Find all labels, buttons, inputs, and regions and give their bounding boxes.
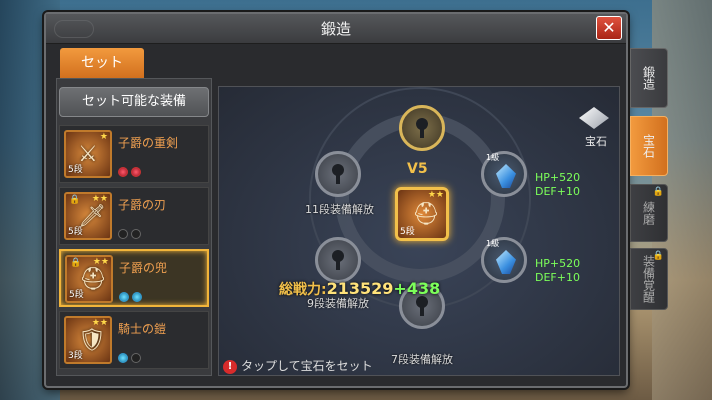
total-power: 総戦力:213529+438 <box>279 279 441 298</box>
gem-blue-icon <box>132 292 142 302</box>
vip-level-label: V5 <box>407 161 428 177</box>
equipment-item-selected[interactable]: 🔒 ⛑ ★★ 5段 子爵の兜 <box>59 249 209 307</box>
title-bar: 鍛造 ✕ <box>46 14 626 44</box>
equipment-item[interactable]: 🛡 ★★ 3段 騎士の鎧 <box>59 311 209 369</box>
gem-red-icon <box>118 167 128 177</box>
center-equipment-helmet-icon: ⛑ ★★ 5段 <box>395 187 449 241</box>
gem-slots <box>119 287 145 306</box>
locked-slot-9[interactable] <box>315 237 361 283</box>
tab-set[interactable]: セット <box>60 48 144 78</box>
gem-slot[interactable]: 1級 <box>481 151 527 197</box>
gem-bonus: HP+520 DEF+10 <box>535 171 581 198</box>
side-tab-gem[interactable]: 宝石 <box>630 116 668 176</box>
side-tab-awaken[interactable]: 🔒 装備覚醒 <box>630 248 668 310</box>
blue-gem-icon <box>496 250 516 274</box>
gem-slots <box>118 162 144 181</box>
armor-icon: 🛡 ★★ 3段 <box>64 316 112 364</box>
gem-empty-icon <box>131 353 141 363</box>
gem-empty-icon <box>131 229 141 239</box>
sword-icon: ⚔ ★ 5段 <box>64 130 112 178</box>
lock-icon: 🔒 <box>652 187 664 197</box>
gem-bonus: HP+520 DEF+10 <box>535 257 581 284</box>
forge-window: 鍛造 ✕ セット セット可能な装備 ⚔ ★ 5段 子爵の重剣 🔒 🗡 ★★ 5段… <box>44 12 628 388</box>
side-tab-forge[interactable]: 鍛造 <box>630 48 668 108</box>
gem-slots <box>118 348 144 367</box>
gem-slot[interactable]: 1級 <box>481 237 527 283</box>
gem-icon <box>579 107 609 129</box>
title-ornament-icon <box>54 20 94 38</box>
side-tab-refine[interactable]: 🔒 練磨 <box>630 184 668 242</box>
gem-slots <box>118 224 144 243</box>
lock-icon: 🔒 <box>652 251 664 261</box>
equipment-name: 子爵の重剣 <box>118 136 179 150</box>
equipment-item[interactable]: ⚔ ★ 5段 子爵の重剣 <box>59 125 209 183</box>
locked-slot-11[interactable] <box>315 151 361 197</box>
gem-label: 宝石 <box>585 135 607 148</box>
window-title: 鍛造 <box>320 20 351 38</box>
slot-unlock-text: 11段装備解放 <box>305 203 374 216</box>
close-button[interactable]: ✕ <box>596 16 622 40</box>
equipment-name: 子爵の兜 <box>119 261 168 275</box>
equipment-name: 騎士の鎧 <box>118 322 167 336</box>
blue-gem-icon <box>496 164 516 188</box>
equipment-list-panel: セット可能な装備 ⚔ ★ 5段 子爵の重剣 🔒 🗡 ★★ 5段 子爵の刃 🔒 ⛑… <box>56 78 212 376</box>
gem-blue-icon <box>118 353 128 363</box>
gem-socket-panel: V5 11段装備解放 9段装備解放 7段装備解放 1級 HP+520 DEF+1… <box>218 86 620 376</box>
gem-red-icon <box>131 167 141 177</box>
slot-unlock-text: 7段装備解放 <box>391 353 453 366</box>
blade-icon: 🔒 🗡 ★★ 5段 <box>64 192 112 240</box>
gem-empty-icon <box>118 229 128 239</box>
top-locked-slot[interactable] <box>399 105 445 151</box>
equipment-name: 子爵の刃 <box>118 198 167 212</box>
gem-blue-icon <box>119 292 129 302</box>
hint-message: ! タップして宝石をセット <box>223 357 373 374</box>
equipment-item[interactable]: 🔒 🗡 ★★ 5段 子爵の刃 <box>59 187 209 245</box>
warning-icon: ! <box>223 359 237 374</box>
settable-equipment-button[interactable]: セット可能な装備 <box>59 87 209 117</box>
helmet-icon: 🔒 ⛑ ★★ 5段 <box>65 255 113 303</box>
